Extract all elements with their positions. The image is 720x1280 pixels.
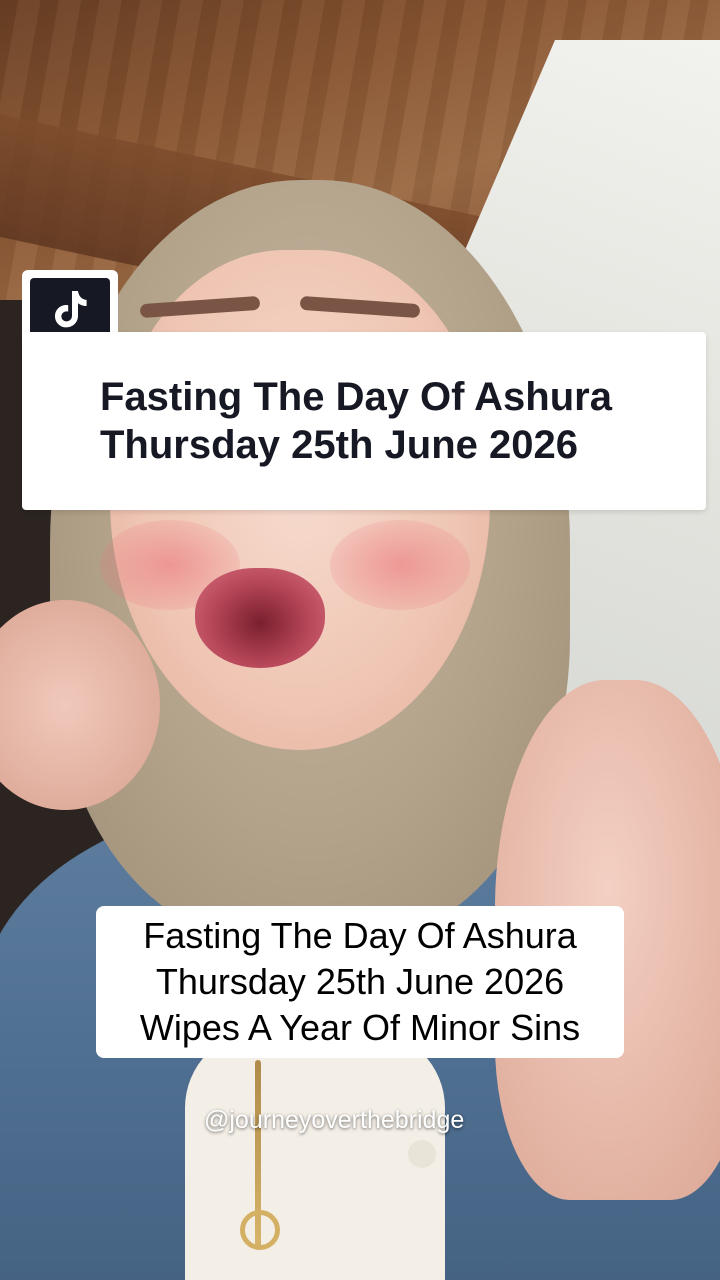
title-line-1: Fasting The Day Of Ashura	[100, 375, 612, 419]
caption-line-3: Wipes A Year Of Minor Sins	[139, 1007, 581, 1048]
mouth	[195, 568, 325, 668]
necklace-pendant	[240, 1210, 280, 1250]
jacket-button	[408, 1140, 436, 1168]
right-cheek	[330, 520, 470, 610]
title-line-2: Thursday 25th June 2026	[100, 423, 578, 467]
title-card: Fasting The Day Of Ashura Thursday 25th …	[22, 332, 706, 510]
caption-box: Fasting The Day Of Ashura Thursday 25th …	[96, 906, 624, 1058]
white-shirt	[185, 1030, 445, 1280]
caption-line-1: Fasting The Day Of Ashura	[143, 915, 577, 956]
tiktok-logo-icon	[55, 291, 87, 328]
caption-line-2: Thursday 25th June 2026	[155, 961, 565, 1002]
video-frame[interactable]: Fasting The Day Of Ashura Thursday 25th …	[0, 0, 720, 1280]
tiktok-badge-inner	[30, 278, 110, 340]
username-watermark: @journeyoverthebridge	[204, 1106, 465, 1134]
